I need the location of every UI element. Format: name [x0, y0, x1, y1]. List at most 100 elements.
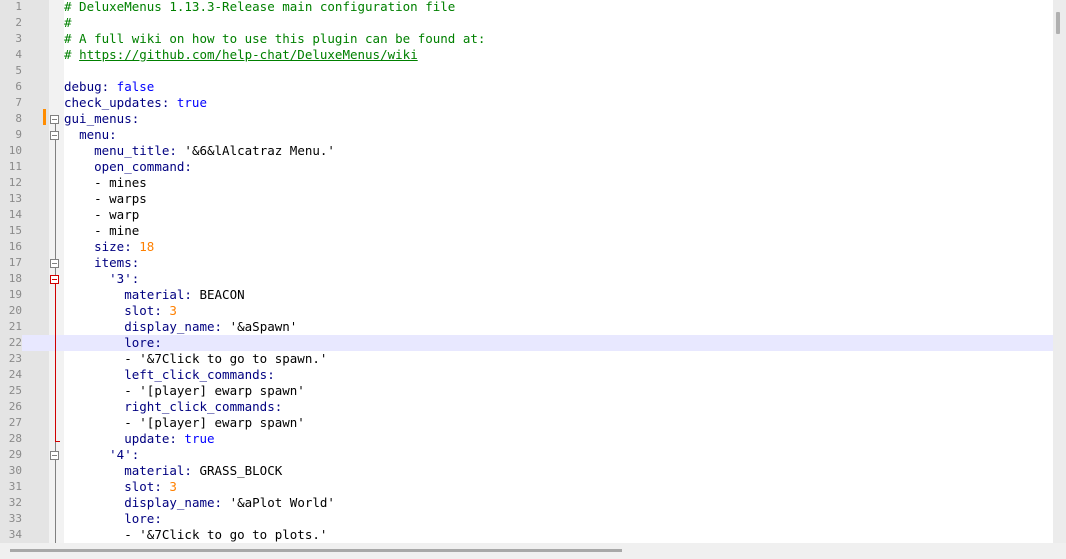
line-number: 25 — [8, 384, 22, 397]
code-line[interactable]: 14 - warp — [0, 207, 1053, 223]
code-text: lore: — [64, 335, 162, 351]
code-line[interactable]: 23 - '&7Click to go to spawn.' — [0, 351, 1053, 367]
line-number: 34 — [8, 528, 22, 541]
line-number: 23 — [8, 352, 22, 365]
line-number: 14 — [8, 208, 22, 221]
line-number: 21 — [8, 320, 22, 333]
code-text: # https://github.com/help-chat/DeluxeMen… — [64, 47, 418, 63]
code-token: true — [169, 95, 207, 110]
code-text: - mines — [64, 175, 147, 191]
vertical-scrollbar-thumb[interactable] — [1056, 12, 1060, 34]
code-line[interactable]: 5 — [0, 63, 1053, 79]
code-text: items: — [64, 255, 139, 271]
line-number: 2 — [15, 16, 22, 29]
code-token: right_click_commands: — [124, 399, 283, 414]
code-token: menu_title: — [94, 143, 177, 158]
fold-guide-line — [55, 124, 56, 131]
code-line[interactable]: 11 open_command: — [0, 159, 1053, 175]
code-line[interactable]: 8 gui_menus: — [0, 111, 1053, 127]
code-line[interactable]: 20 slot: 3 — [0, 303, 1053, 319]
code-text: - warp — [64, 207, 139, 223]
code-line[interactable]: 13 - warps — [0, 191, 1053, 207]
code-line[interactable]: 4 # https://github.com/help-chat/DeluxeMe… — [0, 47, 1053, 63]
code-editor[interactable]: 1 # DeluxeMenus 1.13.3-Release main confi… — [0, 0, 1053, 543]
line-number: 17 — [8, 256, 22, 269]
code-token: - warps — [94, 191, 147, 206]
line-number: 4 — [15, 48, 22, 61]
code-line[interactable]: 30 material: GRASS_BLOCK — [0, 463, 1053, 479]
code-token: BEACON — [191, 287, 245, 302]
code-line[interactable]: 6 debug: false — [0, 79, 1053, 95]
code-text: display_name: '&aPlot World' — [64, 495, 335, 511]
code-token: '&aSpawn' — [222, 319, 298, 334]
code-token: material: — [124, 463, 192, 478]
horizontal-scrollbar-thumb[interactable] — [10, 549, 622, 552]
fold-toggle-icon[interactable] — [50, 275, 59, 284]
code-line[interactable]: 16 size: 18 — [0, 239, 1053, 255]
code-line[interactable]: 2 # — [0, 15, 1053, 31]
vertical-scrollbar[interactable] — [1053, 0, 1066, 543]
code-line[interactable]: 32 display_name: '&aPlot World' — [0, 495, 1053, 511]
code-token: '&6&lAlcatraz Menu.' — [176, 143, 335, 158]
code-line[interactable]: 17 items: — [0, 255, 1053, 271]
code-line[interactable]: 18 '3': — [0, 271, 1053, 287]
code-token: items: — [94, 255, 140, 270]
line-number: 1 — [15, 0, 22, 13]
code-text: material: GRASS_BLOCK — [64, 463, 282, 479]
code-line[interactable]: 27 - '[player] ewarp spawn' — [0, 415, 1053, 431]
code-line[interactable]: 15 - mine — [0, 223, 1053, 239]
code-text: gui_menus: — [64, 111, 139, 127]
fold-guide-line — [55, 460, 56, 543]
code-line[interactable]: 12 - mines — [0, 175, 1053, 191]
line-number: 16 — [8, 240, 22, 253]
fold-toggle-icon[interactable] — [50, 259, 59, 268]
code-line[interactable]: 21 display_name: '&aSpawn' — [0, 319, 1053, 335]
code-line[interactable]: 3 # A full wiki on how to use this plugin… — [0, 31, 1053, 47]
code-text: - warps — [64, 191, 147, 207]
code-line[interactable]: 24 left_click_commands: — [0, 367, 1053, 383]
code-line[interactable]: 10 menu_title: '&6&lAlcatraz Menu.' — [0, 143, 1053, 159]
code-line[interactable]: 9 menu: — [0, 127, 1053, 143]
code-line[interactable]: 29 '4': — [0, 447, 1053, 463]
code-line[interactable]: 1 # DeluxeMenus 1.13.3-Release main confi… — [0, 0, 1053, 15]
code-line[interactable]: 33 lore: — [0, 511, 1053, 527]
fold-toggle-icon[interactable] — [50, 451, 59, 460]
code-token: open_command: — [94, 159, 192, 174]
fold-guide-line — [55, 268, 56, 275]
line-number: 11 — [8, 160, 22, 173]
fold-toggle-icon[interactable] — [50, 131, 59, 140]
code-text: menu: — [64, 127, 117, 143]
fold-toggle-icon[interactable] — [50, 115, 59, 124]
code-text: - mine — [64, 223, 139, 239]
code-line[interactable]: 25 - '[player] ewarp spawn' — [0, 383, 1053, 399]
code-token: update: — [124, 431, 177, 446]
code-line[interactable]: 22 lore: — [0, 335, 1053, 351]
code-token: '3': — [109, 271, 140, 286]
code-line[interactable]: 7 check_updates: true — [0, 95, 1053, 111]
line-number: 12 — [8, 176, 22, 189]
code-token: - '&7Click to go to plots.' — [124, 527, 328, 542]
line-number: 3 — [15, 32, 22, 45]
wiki-link[interactable]: https://github.com/help-chat/DeluxeMenus… — [79, 47, 418, 62]
code-line[interactable]: 34 - '&7Click to go to plots.' — [0, 527, 1053, 543]
code-line[interactable]: 31 slot: 3 — [0, 479, 1053, 495]
code-line[interactable]: 19 material: BEACON — [0, 287, 1053, 303]
line-number: 28 — [8, 432, 22, 445]
code-token: # — [64, 15, 72, 30]
scrollbar-corner — [1053, 543, 1066, 559]
code-line[interactable]: 28 update: true — [0, 431, 1053, 447]
code-token: size: — [94, 239, 132, 254]
code-line[interactable]: 26 right_click_commands: — [0, 399, 1053, 415]
code-token: '&aPlot World' — [222, 495, 335, 510]
